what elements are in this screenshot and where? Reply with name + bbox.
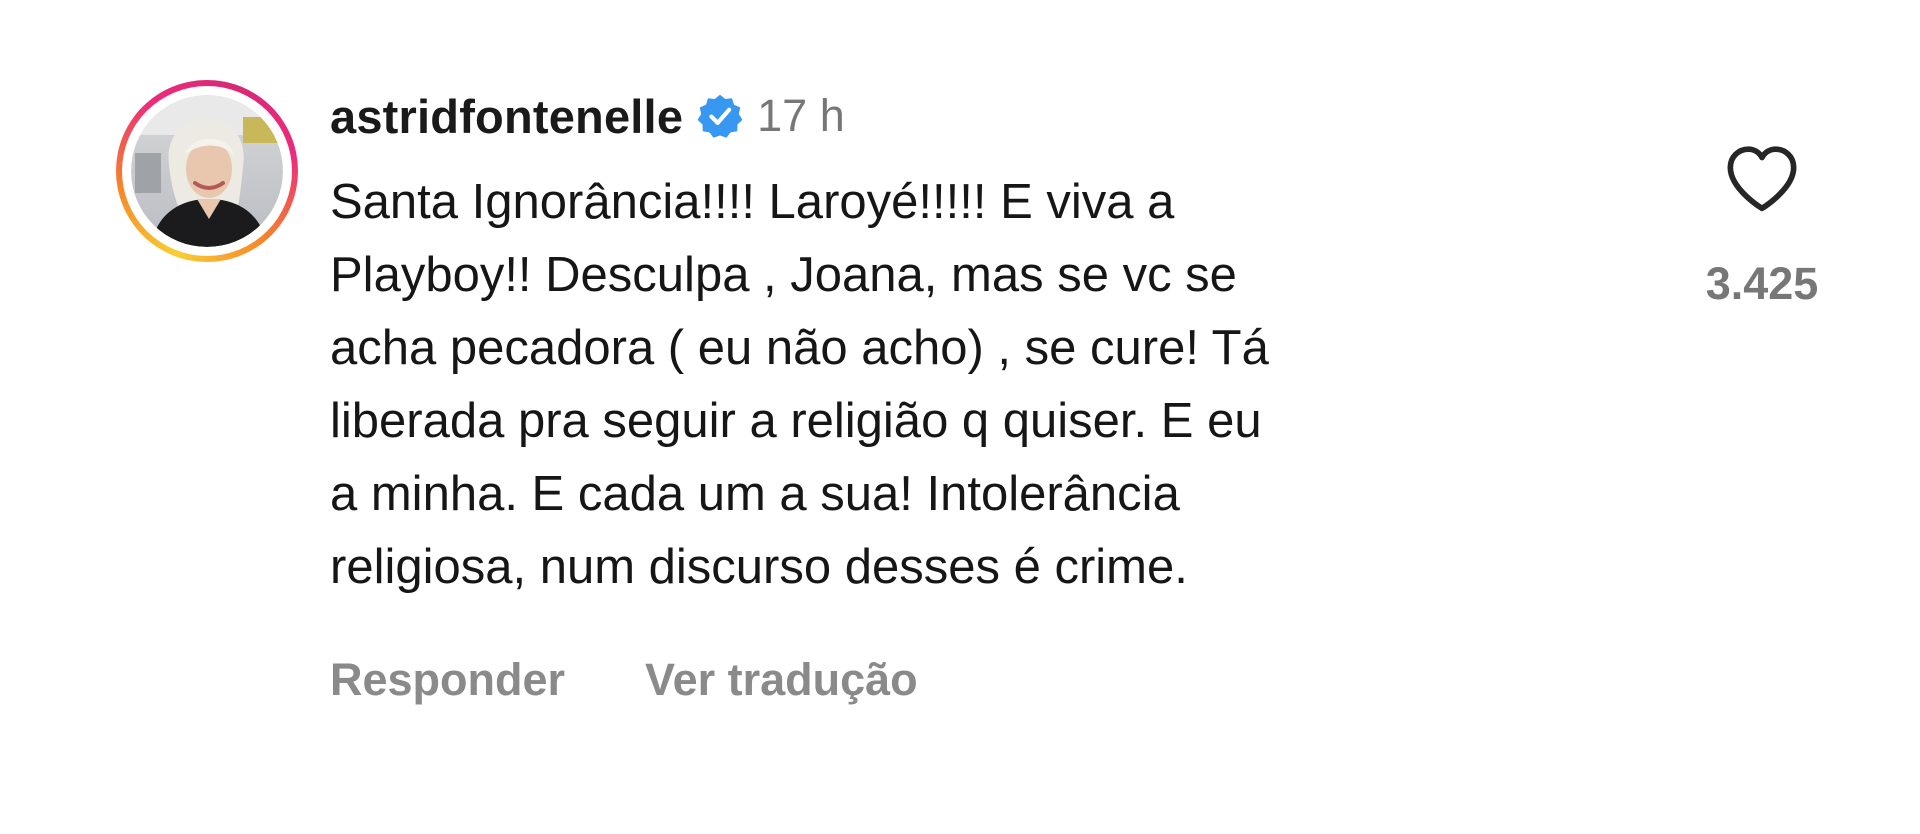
avatar[interactable] [131, 95, 283, 247]
heart-outline-icon[interactable] [1722, 140, 1802, 220]
verified-badge-icon [697, 94, 743, 138]
like-count: 3.425 [1705, 258, 1819, 309]
reply-button[interactable]: Responder [330, 654, 565, 706]
avatar-story-ring[interactable] [116, 80, 298, 262]
comment-text: Santa Ignorância!!!! Laroyé!!!!! E viva … [330, 175, 1269, 594]
avatar-ring-gap [122, 86, 292, 256]
comment-actions: Responder Ver tradução [330, 650, 918, 710]
comment-header: astridfontenelle 17 h [330, 86, 845, 146]
comment-timestamp: 17 h [757, 90, 845, 141]
see-translation-button[interactable]: Ver tradução [645, 654, 918, 706]
comment: astridfontenelle 17 h Santa Ignorância!!… [0, 0, 1920, 834]
username-link[interactable]: astridfontenelle [330, 89, 683, 144]
